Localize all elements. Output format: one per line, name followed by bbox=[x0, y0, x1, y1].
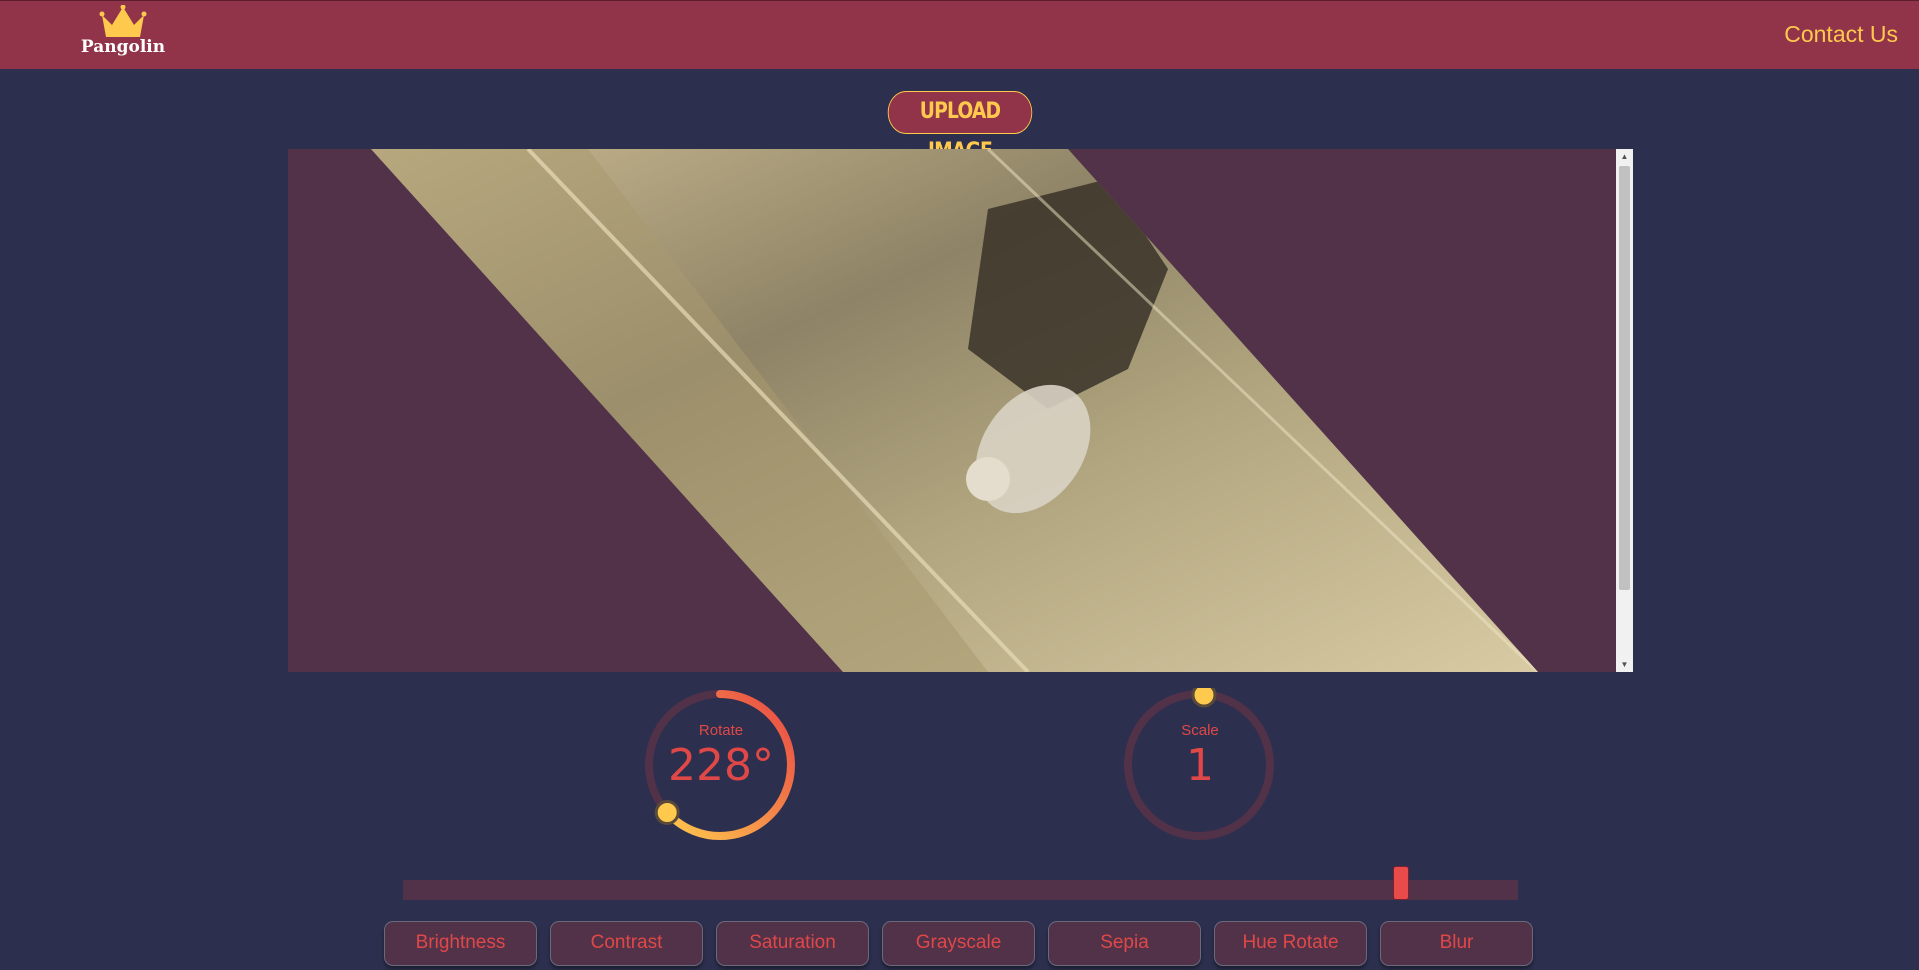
rotated-image bbox=[371, 149, 1538, 672]
scale-dial[interactable]: Scale 1 bbox=[1123, 688, 1277, 842]
scroll-down-arrow-icon[interactable]: ▼ bbox=[1616, 657, 1633, 672]
scale-value: 1 bbox=[1186, 740, 1214, 791]
blur-button[interactable]: Blur bbox=[1380, 921, 1533, 966]
grayscale-button[interactable]: Grayscale bbox=[882, 921, 1035, 966]
hue-rotate-button[interactable]: Hue Rotate bbox=[1214, 921, 1367, 966]
image-canvas[interactable] bbox=[288, 149, 1616, 672]
rotate-label: Rotate bbox=[698, 722, 744, 739]
scale-label: Scale bbox=[1181, 722, 1219, 739]
vertical-scrollbar[interactable]: ▲ ▼ bbox=[1616, 149, 1633, 672]
saturation-button[interactable]: Saturation bbox=[716, 921, 869, 966]
rotate-dial[interactable]: Rotate 228° bbox=[644, 688, 798, 842]
scroll-up-arrow-icon[interactable]: ▲ bbox=[1616, 149, 1633, 164]
brightness-button[interactable]: Brightness bbox=[384, 921, 537, 966]
top-nav-bar: Pangolin Contact Us bbox=[0, 0, 1919, 69]
sepia-button[interactable]: Sepia bbox=[1048, 921, 1201, 966]
logo[interactable]: Pangolin bbox=[76, 5, 170, 59]
filter-slider-thumb[interactable] bbox=[1392, 866, 1409, 900]
rotate-value: 228° bbox=[668, 740, 774, 791]
logo-text: Pangolin bbox=[80, 37, 166, 57]
upload-image-button[interactable]: UPLOAD IMAGE bbox=[887, 91, 1033, 164]
rotate-handle[interactable] bbox=[654, 800, 680, 825]
scrollbar-thumb[interactable] bbox=[1619, 166, 1630, 590]
contrast-button[interactable]: Contrast bbox=[550, 921, 703, 966]
contact-us-link[interactable]: Contact Us bbox=[1784, 21, 1898, 48]
crown-icon bbox=[99, 5, 147, 37]
filter-slider-track[interactable] bbox=[403, 880, 1518, 900]
scale-handle[interactable] bbox=[1191, 688, 1217, 708]
